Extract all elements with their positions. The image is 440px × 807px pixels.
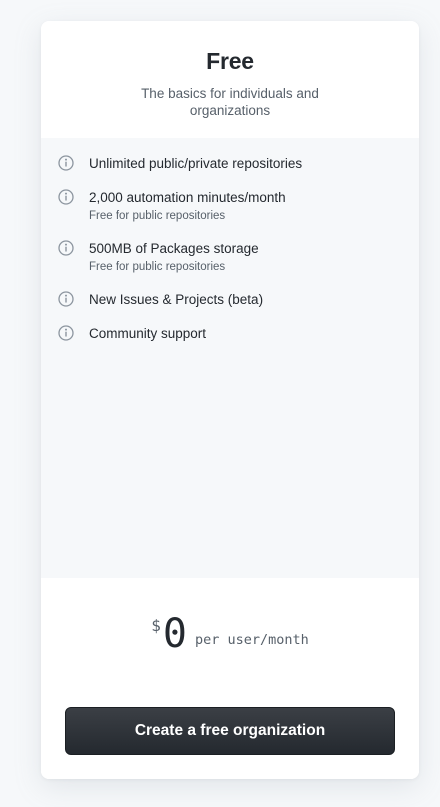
feature-note: Free for public repositories [89,261,226,273]
feature-item: Community support [41,324,419,342]
feature-item: New Issues & Projects (beta) [41,290,419,308]
info-icon[interactable] [57,188,75,206]
price-currency: $ [151,616,161,635]
price-period: per user/month [194,632,309,648]
feature-item: Unlimited public/private repositories [41,154,419,172]
feature-list: Unlimited public/private repositories 2,… [41,138,419,578]
feature-item: 500MB of Packages storage Free for publi… [41,239,419,274]
price-amount: 0 [162,611,187,657]
feature-title: 2,000 automation minutes/month [89,190,286,205]
create-free-organization-button[interactable]: Create a free organization [65,707,395,755]
plan-subtitle: The basics for individuals and organizat… [141,86,319,118]
feature-item: 2,000 automation minutes/month Free for … [41,188,419,223]
info-icon[interactable] [57,324,75,342]
feature-title: Unlimited public/private repositories [89,156,303,171]
feature-title: 500MB of Packages storage [89,241,259,256]
plan-title: Free [206,48,254,74]
feature-note: Free for public repositories [89,210,226,222]
feature-title: Community support [89,326,207,341]
pricing-card: Free The basics for individuals and orga… [41,21,419,779]
price: $ 0 per user/month [41,612,419,656]
feature-title: New Issues & Projects (beta) [89,292,264,307]
info-icon[interactable] [57,239,75,257]
pricing-section: $ 0 per user/month Create a free organiz… [41,578,419,779]
info-icon[interactable] [57,154,75,172]
plan-header: Free The basics for individuals and orga… [41,21,419,138]
info-icon[interactable] [57,290,75,308]
